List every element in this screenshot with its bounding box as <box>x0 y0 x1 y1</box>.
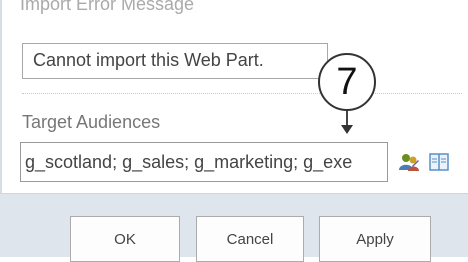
callout-arrow-head <box>341 125 353 134</box>
import-error-message-box: Cannot import this Web Part. <box>22 43 328 79</box>
import-error-title: Import Error Message <box>20 0 195 14</box>
apply-button[interactable]: Apply <box>319 216 431 262</box>
people-picker-icon[interactable] <box>398 151 420 173</box>
target-audiences-title: Target Audiences <box>22 112 161 132</box>
web-part-tool-pane: Import Error Message Cannot import this … <box>0 0 468 262</box>
button-footer: OK Cancel Apply <box>0 193 468 262</box>
ok-button[interactable]: OK <box>70 216 180 262</box>
section-divider <box>22 93 462 94</box>
cancel-button[interactable]: Cancel <box>196 216 304 262</box>
address-book-icon[interactable] <box>428 151 450 173</box>
callout-number-badge: 7 <box>318 53 376 111</box>
target-audiences-input[interactable]: g_scotland; g_sales; g_marketing; g_exe <box>20 142 388 182</box>
